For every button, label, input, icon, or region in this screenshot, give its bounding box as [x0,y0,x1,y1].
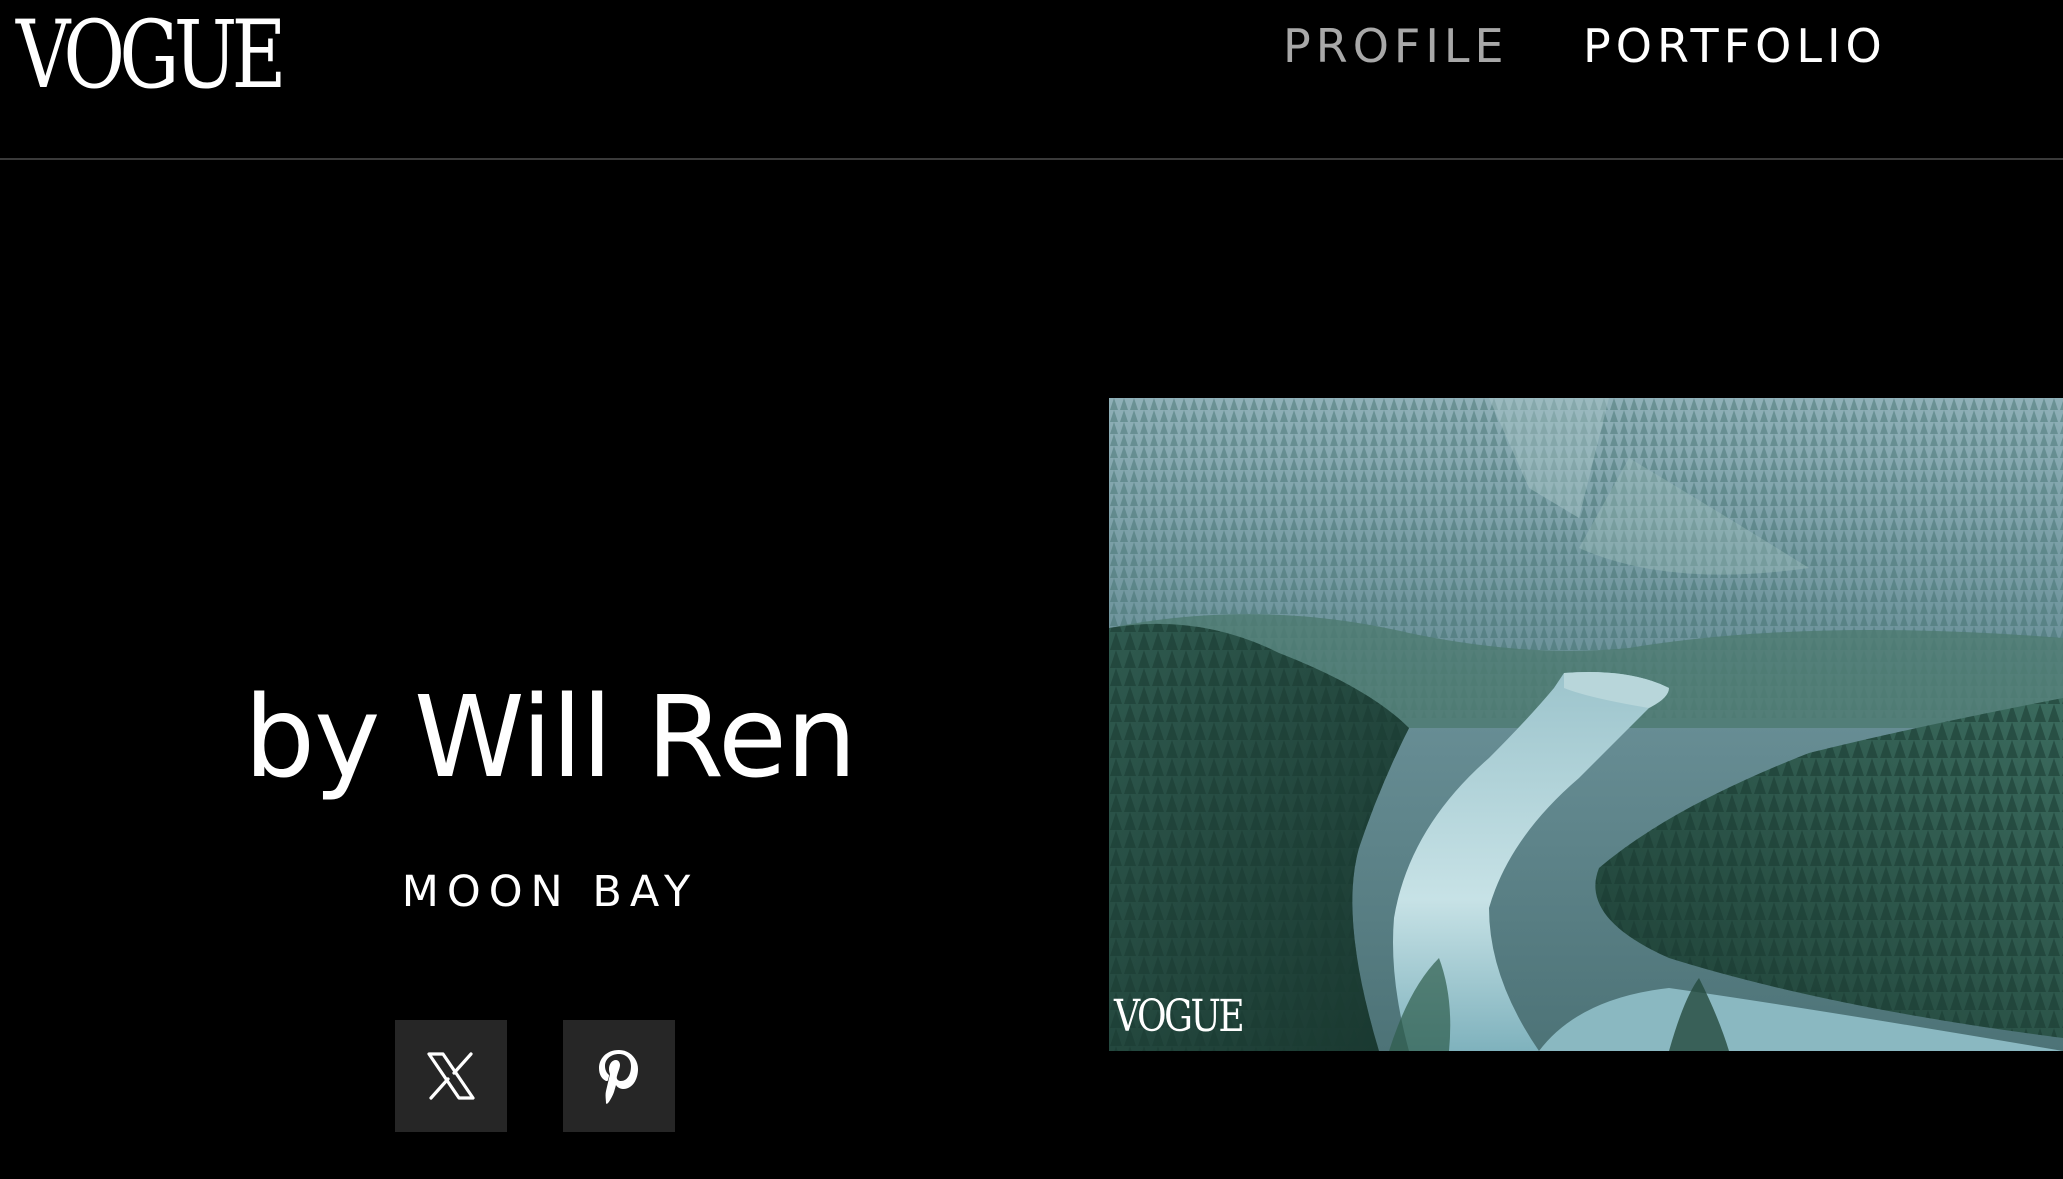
gallery-title: MOON BAY [401,867,699,917]
nav-profile-link[interactable]: PROFILE [1283,16,1509,76]
x-logo-icon [427,1052,475,1100]
share-x-button[interactable] [395,1020,507,1132]
river-landscape-image [1109,398,2063,1051]
vogue-logo[interactable]: VOGUE [16,2,287,110]
header-divider [0,158,2063,160]
nav-portfolio-link[interactable]: PORTFOLIO [1583,16,1887,76]
pinterest-logo-icon [599,1050,638,1104]
photo-vogue-watermark: VOGUE [1114,991,1245,1042]
author-byline: by Will Ren [244,673,857,803]
site-header: VOGUE PROFILE PORTFOLIO [0,0,2063,160]
share-pinterest-button[interactable] [563,1020,675,1132]
feature-photo[interactable]: VOGUE [1109,398,2063,1051]
